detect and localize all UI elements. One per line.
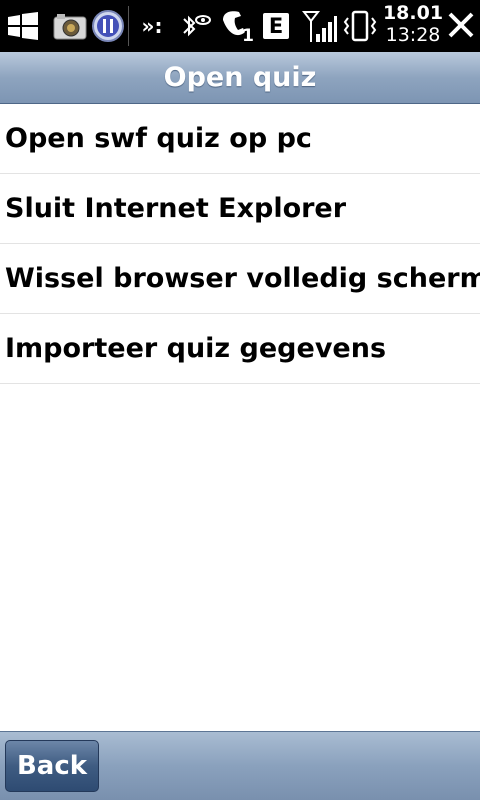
phone-icon[interactable]: 1 bbox=[216, 0, 256, 52]
edge-network-icon: E bbox=[260, 0, 292, 52]
clock[interactable]: 18.01 13:28 bbox=[382, 2, 444, 46]
title-bar: Open quiz bbox=[0, 52, 480, 104]
menu-item-open-swf-quiz[interactable]: Open swf quiz op pc bbox=[0, 104, 480, 174]
close-icon[interactable] bbox=[446, 10, 476, 40]
status-bar: »: 1 E 18.01 13:28 bbox=[0, 0, 480, 52]
status-divider bbox=[128, 6, 129, 46]
back-button-label: Back bbox=[16, 751, 88, 781]
camera-icon[interactable] bbox=[52, 0, 88, 52]
media-player-icon[interactable] bbox=[90, 0, 126, 52]
windows-start-icon[interactable] bbox=[4, 0, 42, 52]
date-label: 18.01 bbox=[382, 2, 444, 24]
signal-strength-icon[interactable] bbox=[300, 0, 340, 52]
phone-line-number: 1 bbox=[242, 26, 254, 46]
network-letter: E bbox=[268, 14, 284, 38]
page-title: Open quiz bbox=[163, 62, 317, 93]
menu-item-label: Importeer quiz gegevens bbox=[5, 333, 387, 364]
vibrate-icon[interactable] bbox=[342, 0, 378, 52]
menu-item-label: Wissel browser volledig scherm bbox=[5, 263, 480, 294]
bluetooth-icon[interactable] bbox=[174, 0, 214, 52]
menu-item-label: Open swf quiz op pc bbox=[5, 123, 312, 154]
back-button[interactable]: Back bbox=[5, 740, 99, 792]
menu-list: Open swf quiz op pc Sluit Internet Explo… bbox=[0, 104, 480, 384]
menu-item-import-quiz-data[interactable]: Importeer quiz gegevens bbox=[0, 314, 480, 384]
menu-item-close-internet-explorer[interactable]: Sluit Internet Explorer bbox=[0, 174, 480, 244]
bottom-toolbar: Back bbox=[0, 731, 480, 800]
menu-item-toggle-fullscreen[interactable]: Wissel browser volledig scherm bbox=[0, 244, 480, 314]
menu-item-label: Sluit Internet Explorer bbox=[5, 193, 347, 224]
time-label: 13:28 bbox=[385, 24, 441, 46]
overflow-glyph: »: bbox=[141, 14, 163, 38]
overflow-icon[interactable]: »: bbox=[134, 0, 170, 52]
